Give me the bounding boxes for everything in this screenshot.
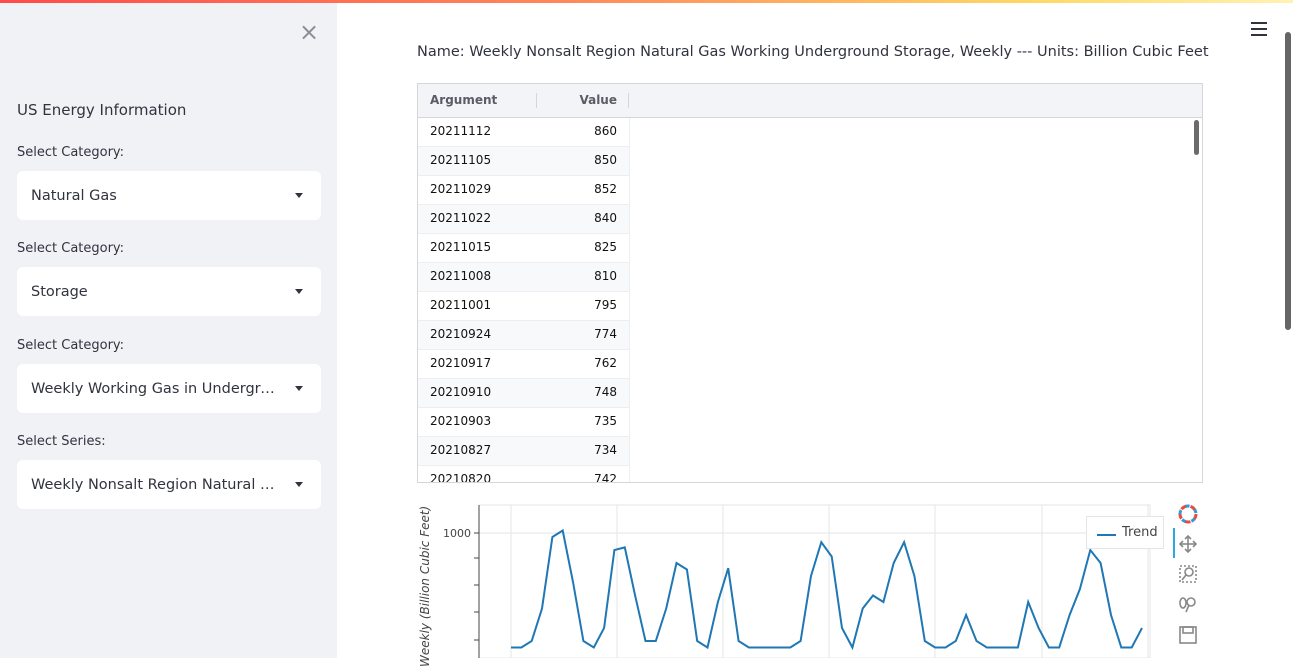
save-icon[interactable] (1178, 625, 1198, 645)
cell-value: 825 (594, 240, 617, 254)
table-row[interactable]: 20210820 742 (418, 466, 629, 483)
data-table[interactable]: Argument Value 20211112 860 20211105 850 202… (417, 83, 1203, 483)
box-zoom-icon[interactable] (1178, 564, 1198, 584)
series-select-value: Weekly Nonsalt Region Natural Gas Workin… (31, 476, 281, 493)
page-scrollbar[interactable] (1285, 32, 1291, 330)
cell-argument: 20211015 (430, 240, 492, 254)
select-category-label-1: Select Category: (17, 145, 125, 160)
chart-legend: Trend (1086, 516, 1164, 549)
table-row[interactable]: 20211022 840 (418, 205, 629, 234)
table-row[interactable]: 20210924 774 (418, 321, 629, 350)
cell-argument: 20211105 (430, 153, 492, 167)
category-select-1-value: Natural Gas (31, 187, 117, 204)
category-select-3-value: Weekly Working Gas in Underground Storag… (31, 380, 281, 397)
sidebar: × US Energy Information Select Category:… (0, 3, 337, 658)
column-header-value[interactable]: Value (536, 84, 617, 117)
column-header-argument[interactable]: Argument (430, 84, 497, 117)
cell-value: 734 (594, 443, 617, 457)
cell-value: 762 (594, 356, 617, 370)
main-menu-icon[interactable] (1251, 22, 1267, 38)
cell-value: 795 (594, 298, 617, 312)
select-series-label: Select Series: (17, 434, 106, 449)
table-row[interactable]: 20211001 795 (418, 292, 629, 321)
cell-argument: 20210827 (430, 443, 492, 457)
series-headline: Name: Weekly Nonsalt Region Natural Gas … (417, 44, 1209, 60)
cell-argument: 20210924 (430, 327, 492, 341)
cell-value: 742 (594, 472, 617, 483)
bokeh-logo-icon[interactable] (1178, 504, 1198, 524)
table-row[interactable]: 20210910 748 (418, 379, 629, 408)
table-header: Argument Value (418, 84, 1202, 118)
chevron-down-icon (295, 482, 303, 487)
category-select-2[interactable]: Storage (17, 267, 321, 316)
wheel-zoom-icon[interactable] (1178, 595, 1198, 615)
table-body: 20211112 860 20211105 850 20211029 852 2021102… (418, 118, 629, 483)
category-select-1[interactable]: Natural Gas (17, 171, 321, 220)
cell-argument: 20211001 (430, 298, 492, 312)
y-axis-label: Weekly (Billion Cubic Feet) (418, 505, 432, 667)
cell-value: 810 (594, 269, 617, 283)
cell-argument: 20211022 (430, 211, 492, 225)
cell-argument: 20211008 (430, 269, 492, 283)
cell-argument: 20210903 (430, 414, 492, 428)
cell-value: 850 (594, 153, 617, 167)
pan-icon[interactable] (1178, 534, 1198, 554)
column-divider (629, 118, 630, 482)
plot-area (478, 504, 1151, 658)
table-row[interactable]: 20211015 825 (418, 234, 629, 263)
table-row[interactable]: 20210903 735 (418, 408, 629, 437)
toolbar-active-indicator (1173, 528, 1175, 558)
menu-bar (1251, 22, 1267, 24)
legend-label: Trend (1122, 525, 1158, 540)
menu-bar (1251, 34, 1267, 36)
category-select-2-value: Storage (31, 283, 88, 300)
cell-argument: 20210917 (430, 356, 492, 370)
table-row[interactable]: 20211029 852 (418, 176, 629, 205)
sidebar-title: US Energy Information (17, 101, 187, 119)
cell-value: 852 (594, 182, 617, 196)
series-select[interactable]: Weekly Nonsalt Region Natural Gas Workin… (17, 460, 321, 509)
cell-value: 840 (594, 211, 617, 225)
category-select-3[interactable]: Weekly Working Gas in Underground Storag… (17, 364, 321, 413)
table-row[interactable]: 20211105 850 (418, 147, 629, 176)
table-row[interactable]: 20210827 734 (418, 437, 629, 466)
legend-swatch (1097, 534, 1116, 536)
column-divider (628, 93, 629, 108)
cell-argument: 20210820 (430, 472, 492, 483)
table-row[interactable]: 20210917 762 (418, 350, 629, 379)
select-category-label-3: Select Category: (17, 338, 125, 353)
cell-value: 774 (594, 327, 617, 341)
close-sidebar-icon[interactable]: × (298, 20, 320, 44)
table-scrollbar[interactable] (1194, 120, 1199, 155)
cell-argument: 20210910 (430, 385, 492, 399)
table-row[interactable]: 20211008 810 (418, 263, 629, 292)
chevron-down-icon (295, 386, 303, 391)
cell-value: 860 (594, 124, 617, 138)
select-category-label-2: Select Category: (17, 241, 125, 256)
cell-argument: 20211029 (430, 182, 492, 196)
cell-value: 748 (594, 385, 617, 399)
cell-argument: 20211112 (430, 124, 492, 138)
table-row[interactable]: 20211112 860 (418, 118, 629, 147)
cell-value: 735 (594, 414, 617, 428)
menu-bar (1251, 28, 1267, 30)
chevron-down-icon (295, 289, 303, 294)
y-tick-label: 1000 (443, 527, 471, 540)
chevron-down-icon (295, 193, 303, 198)
